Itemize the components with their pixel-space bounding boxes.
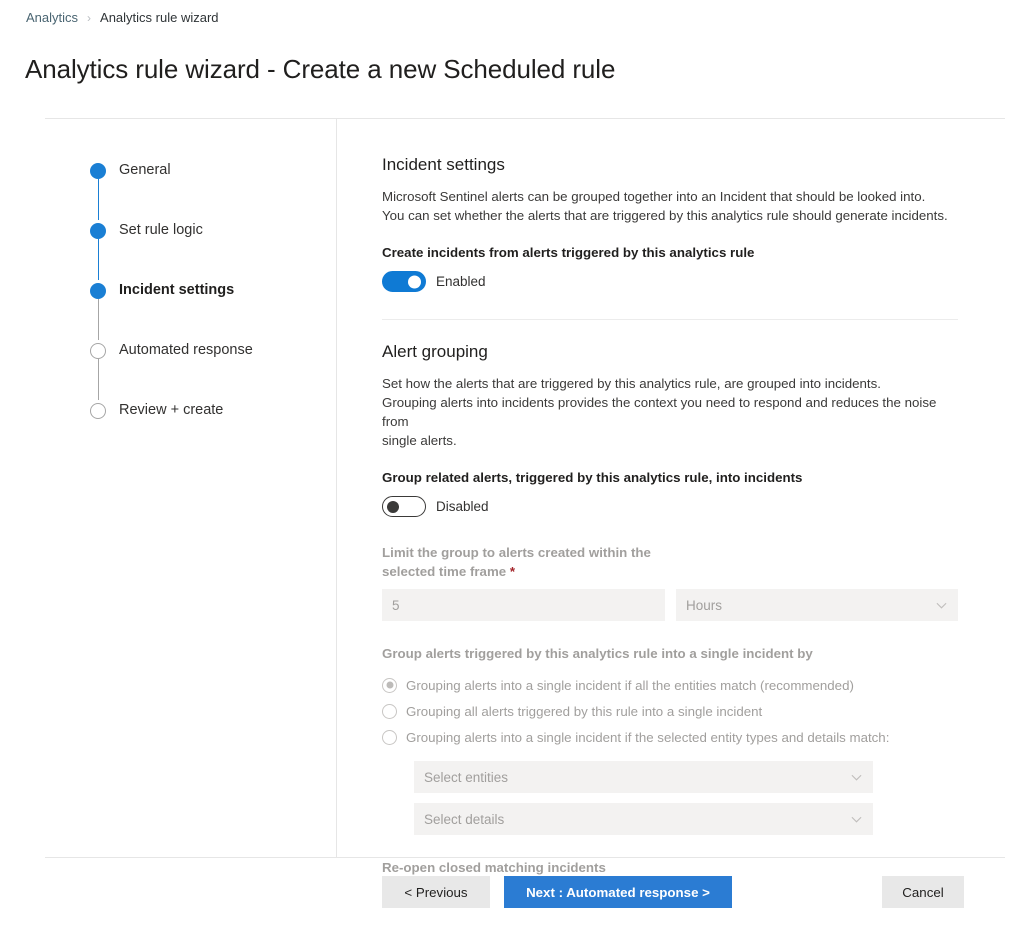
step-connector [98, 179, 100, 220]
step-connector [98, 359, 100, 400]
stepper-item-set-rule-logic[interactable]: Set rule logic [90, 220, 330, 280]
incident-settings-description: Microsoft Sentinel alerts can be grouped… [382, 187, 958, 225]
time-frame-label: Limit the group to alerts created within… [382, 543, 958, 581]
stepper-label: Set rule logic [119, 220, 203, 241]
step-connector [98, 299, 100, 340]
radio-icon [382, 678, 397, 693]
select-details-value: Select details [424, 812, 504, 827]
group-related-alerts-toggle-row: Disabled [382, 496, 958, 517]
incident-settings-description-line1: Microsoft Sentinel alerts can be grouped… [382, 189, 925, 204]
breadcrumb-link-analytics[interactable]: Analytics [26, 9, 78, 27]
time-frame-label-line1: Limit the group to alerts created within… [382, 545, 651, 560]
alert-grouping-description-line3: single alerts. [382, 433, 457, 448]
time-frame-row: Hours [382, 589, 958, 621]
stepper-item-incident-settings[interactable]: Incident settings [90, 280, 330, 340]
alert-grouping-heading: Alert grouping [382, 342, 958, 362]
group-related-alerts-label: Group related alerts, triggered by this … [382, 468, 958, 487]
stepper-item-general[interactable]: General [90, 160, 330, 220]
group-related-alerts-toggle-state: Disabled [436, 499, 489, 514]
required-indicator: * [510, 564, 515, 579]
step-dot-icon [90, 283, 106, 299]
top-divider [45, 118, 1005, 119]
alert-grouping-description-line1: Set how the alerts that are triggered by… [382, 376, 881, 391]
vertical-divider [336, 119, 337, 857]
group-related-alerts-toggle[interactable] [382, 496, 426, 517]
wizard-stepper: General Set rule logic Incident settings… [90, 160, 330, 424]
radio-label: Grouping alerts into a single incident i… [406, 730, 889, 745]
entity-selectors: Select entities Select details [382, 761, 958, 835]
create-incidents-toggle-state: Enabled [436, 274, 486, 289]
stepper-item-review-create[interactable]: Review + create [90, 400, 330, 424]
chevron-down-icon [936, 600, 947, 611]
toggle-knob-icon [408, 275, 421, 288]
group-by-radio-group: Grouping alerts into a single incident i… [382, 672, 958, 750]
step-dot-icon [90, 343, 106, 359]
chevron-down-icon [851, 772, 862, 783]
time-frame-unit-value: Hours [686, 598, 722, 613]
step-dot-icon [90, 403, 106, 419]
next-button[interactable]: Next : Automated response > [504, 876, 732, 908]
radio-label: Grouping all alerts triggered by this ru… [406, 704, 762, 719]
stepper-label: General [119, 160, 171, 181]
radio-icon [382, 730, 397, 745]
previous-button[interactable]: < Previous [382, 876, 490, 908]
select-details-dropdown[interactable]: Select details [414, 803, 873, 835]
alert-grouping-description: Set how the alerts that are triggered by… [382, 374, 958, 450]
radio-option-selected-entity-types[interactable]: Grouping alerts into a single incident i… [382, 724, 958, 750]
page-title: Analytics rule wizard - Create a new Sch… [25, 54, 615, 85]
breadcrumb-current: Analytics rule wizard [100, 9, 219, 27]
cancel-button[interactable]: Cancel [882, 876, 964, 908]
toggle-knob-icon [387, 501, 399, 513]
radio-option-entities-match[interactable]: Grouping alerts into a single incident i… [382, 672, 958, 698]
content-pane: Incident settings Microsoft Sentinel ale… [382, 155, 958, 907]
create-incidents-label: Create incidents from alerts triggered b… [382, 243, 958, 262]
stepper-label: Automated response [119, 340, 253, 361]
step-dot-icon [90, 223, 106, 239]
alert-grouping-description-line2: Grouping alerts into incidents provides … [382, 395, 936, 429]
select-entities-dropdown[interactable]: Select entities [414, 761, 873, 793]
create-incidents-toggle-row: Enabled [382, 271, 958, 292]
radio-label: Grouping alerts into a single incident i… [406, 678, 854, 693]
radio-icon [382, 704, 397, 719]
reopen-incidents-label: Re-open closed matching incidents [382, 858, 958, 877]
group-by-label: Group alerts triggered by this analytics… [382, 644, 958, 663]
stepper-label: Incident settings [119, 280, 234, 301]
breadcrumb: Analytics › Analytics rule wizard [26, 9, 219, 27]
stepper-item-automated-response[interactable]: Automated response [90, 340, 330, 400]
chevron-right-icon: › [87, 9, 91, 27]
step-dot-icon [90, 163, 106, 179]
stepper-label: Review + create [119, 400, 223, 421]
time-frame-unit-dropdown[interactable]: Hours [676, 589, 958, 621]
create-incidents-toggle[interactable] [382, 271, 426, 292]
incident-settings-heading: Incident settings [382, 155, 958, 175]
wizard-footer: < Previous Next : Automated response > C… [382, 876, 958, 908]
incident-settings-section: Incident settings Microsoft Sentinel ale… [382, 155, 958, 292]
incident-settings-description-line2: You can set whether the alerts that are … [382, 208, 948, 223]
radio-option-all-alerts[interactable]: Grouping all alerts triggered by this ru… [382, 698, 958, 724]
chevron-down-icon [851, 814, 862, 825]
time-frame-value-input[interactable] [382, 589, 665, 621]
step-connector [98, 239, 100, 280]
alert-grouping-section: Alert grouping Set how the alerts that a… [382, 342, 958, 907]
time-frame-label-line2: selected time frame [382, 564, 506, 579]
select-entities-value: Select entities [424, 770, 508, 785]
